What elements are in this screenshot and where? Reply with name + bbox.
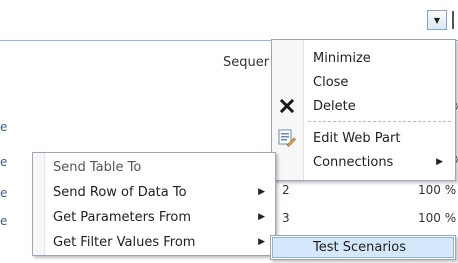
- menu-item-label: Edit Web Part: [313, 130, 401, 146]
- menu-item-label: Test Scenarios: [313, 240, 407, 255]
- submenu-arrow-icon: ▶: [258, 187, 265, 197]
- menu-item-minimize[interactable]: Minimize: [272, 46, 455, 70]
- row-fragment: e: [0, 155, 8, 169]
- filter-values-submenu: Test Scenarios: [270, 235, 456, 260]
- web-part-menu-dropdown-button[interactable]: ▼: [427, 10, 447, 30]
- submenu-arrow-icon: ▶: [258, 212, 265, 222]
- menu-item-label: Delete: [313, 98, 356, 114]
- menu-item-label: Minimize: [313, 50, 371, 66]
- row-fragment: e: [0, 214, 8, 228]
- menu-item-label: Get Parameters From: [53, 209, 192, 225]
- menu-item-send-table-to: Send Table To: [33, 155, 275, 179]
- menu-item-label: Connections: [313, 154, 394, 170]
- row-percent: 100 %: [418, 211, 457, 225]
- web-part-title-bar: [0, 0, 458, 40]
- row-fragment: e: [0, 120, 8, 134]
- column-header-sequence: Sequer: [223, 55, 270, 70]
- delete-x-icon: [278, 97, 296, 115]
- menu-item-get-parameters-from[interactable]: Get Parameters From ▶: [33, 205, 275, 229]
- row-fragment: e: [0, 186, 8, 200]
- menu-item-send-row-of-data-to[interactable]: Send Row of Data To ▶: [33, 180, 275, 204]
- menu-item-connections[interactable]: Connections ▶: [272, 150, 455, 174]
- edit-web-part-icon: [278, 129, 296, 147]
- edge-marker: [452, 11, 458, 29]
- row-percent: 100 %: [418, 183, 457, 197]
- web-part-menu: Minimize Close Delete Edit Web Part Conn…: [271, 39, 456, 181]
- submenu-arrow-icon: ▶: [258, 237, 265, 247]
- menu-separator: [308, 121, 451, 122]
- menu-item-label: Send Row of Data To: [53, 184, 187, 200]
- row-number: 3: [282, 211, 290, 225]
- menu-item-get-filter-values-from[interactable]: Get Filter Values From ▶: [33, 230, 275, 254]
- chevron-down-icon: ▼: [433, 15, 441, 25]
- menu-item-delete[interactable]: Delete: [272, 94, 455, 118]
- menu-item-close[interactable]: Close: [272, 70, 455, 94]
- menu-item-label: Send Table To: [53, 159, 142, 175]
- menu-item-label: Close: [313, 74, 349, 90]
- submenu-arrow-icon: ▶: [436, 157, 443, 167]
- menu-item-label: Get Filter Values From: [53, 234, 196, 250]
- menu-item-test-scenarios[interactable]: Test Scenarios: [272, 237, 454, 258]
- connections-menu: Send Table To Send Row of Data To ▶ Get …: [32, 152, 276, 256]
- row-number: 2: [282, 183, 290, 197]
- menu-item-edit-web-part[interactable]: Edit Web Part: [272, 126, 455, 150]
